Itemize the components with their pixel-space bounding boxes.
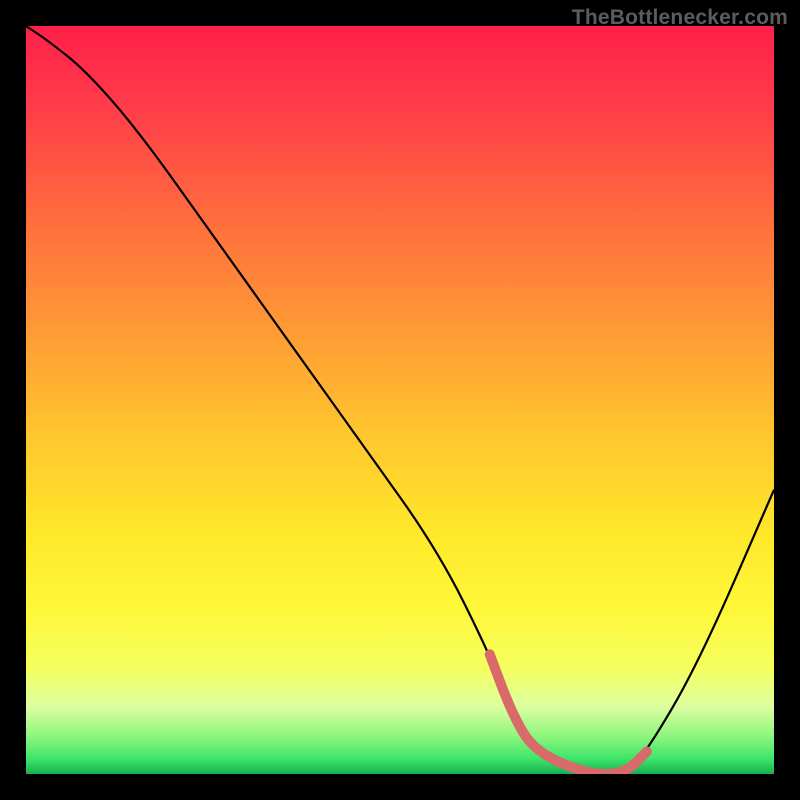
- curve-layer: [26, 26, 774, 774]
- bottleneck-curve: [26, 26, 774, 774]
- optimal-highlight: [490, 654, 647, 774]
- plot-area: [26, 26, 774, 774]
- chart-container: TheBottlenecker.com: [0, 0, 800, 800]
